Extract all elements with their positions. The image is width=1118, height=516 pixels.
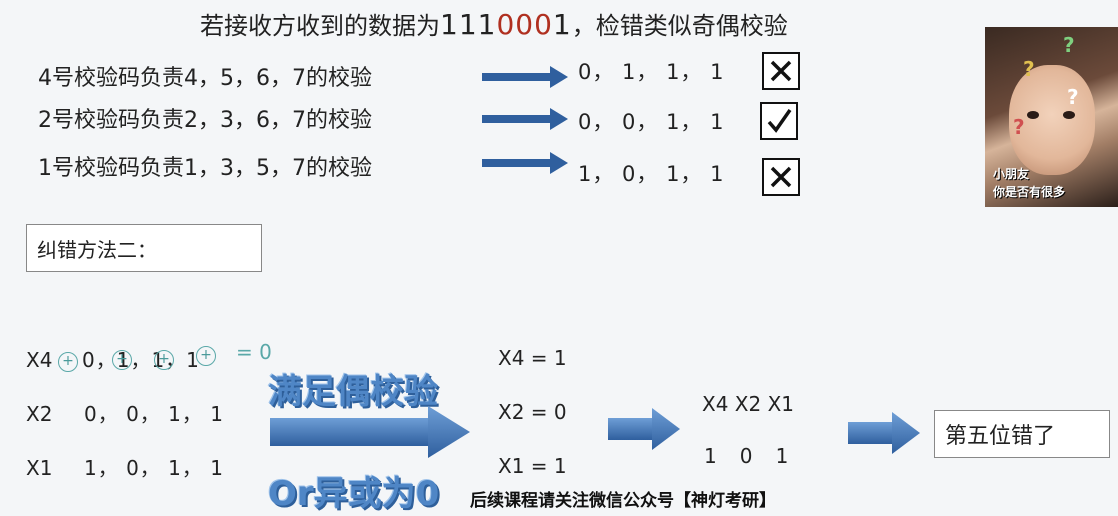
arrow-right-icon: [608, 408, 680, 450]
check-icon: [760, 102, 798, 140]
xor-plus-icon: +: [112, 350, 132, 370]
photo-caption-2: 你是否有很多: [993, 185, 1066, 199]
received-bits: 1110001: [440, 8, 572, 41]
check-values-2: 0， 0， 1， 1: [578, 110, 725, 134]
photo-caption-1: 小朋友: [993, 167, 1030, 181]
footer-notice: 后续课程请关注微信公众号【神灯考研】: [470, 491, 776, 511]
question-mark-icon: ?: [1023, 57, 1035, 81]
cross-icon: [762, 52, 800, 90]
arrow-right-icon: [482, 66, 568, 88]
syndrome-bits: 1 0 1: [704, 444, 790, 468]
arrow-right-icon: [848, 412, 920, 454]
question-mark-icon: ?: [1013, 115, 1025, 139]
big-arrow-right-icon: [270, 406, 470, 458]
xor-result: = 0: [236, 340, 272, 364]
conclusion-box: 第五位错了: [934, 410, 1110, 458]
check-label-2: 2号校验码负责2，3，6，7的校验: [38, 108, 372, 133]
x4-label: X4: [26, 348, 53, 372]
x2-values: 0， 0， 1， 1: [84, 402, 224, 426]
arrow-right-icon: [482, 152, 568, 174]
arrow-right-icon: [482, 108, 568, 130]
question-mark-icon: ?: [1067, 85, 1079, 109]
x4-result: X4 = 1: [498, 346, 567, 370]
check-label-4: 4号校验码负责4，5，6，7的校验: [38, 66, 372, 91]
xor-plus-icon: +: [196, 346, 216, 366]
x1-label: X1: [26, 456, 53, 480]
check-label-1: 1号校验码负责1，3，5，7的校验: [38, 156, 372, 181]
check-values-4: 0， 1， 1， 1: [578, 60, 725, 84]
x2-result: X2 = 0: [498, 400, 567, 424]
page-title: 若接收方收到的数据为1110001，检错类似奇偶校验: [200, 8, 788, 41]
child-photo: ? ? ? ? 小朋友 你是否有很多: [985, 27, 1118, 207]
x1-values: 1， 0， 1， 1: [84, 456, 224, 480]
xor-zero-label: Or异或为0: [268, 474, 440, 514]
x2-label: X2: [26, 402, 53, 426]
method-two-box: 纠错方法二：: [26, 224, 262, 272]
xor-plus-icon: +: [154, 350, 174, 370]
xor-plus-icon: +: [58, 352, 78, 372]
syndrome-header: X4 X2 X1: [702, 392, 794, 416]
check-values-1: 1， 0， 1， 1: [578, 162, 725, 186]
x4-values: 0，1，1，1: [82, 348, 200, 372]
cross-icon: [762, 158, 800, 196]
x1-result: X1 = 1: [498, 454, 567, 478]
question-mark-icon: ?: [1063, 33, 1075, 57]
